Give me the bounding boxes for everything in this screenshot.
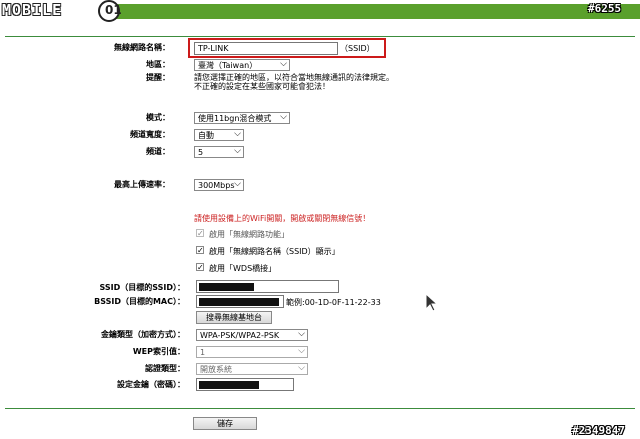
wifi-switch-notice: 請使用設備上的WiFi開關，開啟或關閉無線信號！ xyxy=(194,214,371,223)
bottom-divider xyxy=(5,408,635,409)
ssid-input[interactable]: TP-LINK xyxy=(194,42,338,55)
enable-radio-checkbox[interactable]: ✓ xyxy=(196,229,204,238)
survey-button[interactable]: 搜尋無線基地台 xyxy=(196,311,272,324)
chevron-down-icon: ⌵ xyxy=(280,59,287,69)
bandwidth-value: 自動 xyxy=(198,131,214,140)
chevron-down-icon: ⌵ xyxy=(234,146,241,156)
wds-checkbox[interactable]: ✓ xyxy=(196,263,204,272)
region-select[interactable]: 臺灣（Taiwan） ⌵ xyxy=(194,59,290,71)
password-input[interactable] xyxy=(196,378,294,391)
warning-label: 提醒： xyxy=(146,73,170,82)
chevron-down-icon: ⌵ xyxy=(298,363,305,373)
wds-ssid-label: SSID（目標的SSID）： xyxy=(99,283,185,292)
redacted-value xyxy=(199,298,279,306)
bandwidth-select[interactable]: 自動 ⌵ xyxy=(194,129,244,141)
logo-mark-icon: 01 xyxy=(98,0,122,22)
auth-value: 開放系統 xyxy=(200,365,232,374)
ssid-suffix: （SSID） xyxy=(340,44,375,53)
mouse-cursor-icon xyxy=(425,293,439,312)
top-divider xyxy=(5,36,635,37)
auth-select[interactable]: 開放系統 ⌵ xyxy=(196,363,308,375)
mode-select[interactable]: 使用11bgn混合模式 ⌵ xyxy=(194,112,290,124)
keytype-value: WPA-PSK/WPA2-PSK xyxy=(200,331,280,340)
ssid-broadcast-checkbox[interactable]: ✓ xyxy=(196,246,204,255)
ssid-label: 無線網路名稱： xyxy=(114,43,170,52)
bandwidth-label: 頻道寬度： xyxy=(130,130,170,139)
chevron-down-icon: ⌵ xyxy=(298,346,305,356)
enable-radio-label: 啟用「無線網路功能」 xyxy=(209,230,289,239)
region-label: 地區： xyxy=(146,60,170,69)
wds-bssid-input[interactable] xyxy=(196,295,284,308)
wep-index-value: 1 xyxy=(200,348,206,357)
auth-label: 認證類型： xyxy=(145,364,185,373)
maxrate-label: 最高上傳速率： xyxy=(114,180,170,189)
region-value: 臺灣（Taiwan） xyxy=(198,61,258,70)
warning-line-1: 請您選擇正確的地區，以符合當地無線通訊的法律規定。 xyxy=(194,73,394,82)
keytype-label: 金鑰類型（加密方式）： xyxy=(101,330,185,339)
redacted-value xyxy=(199,381,259,389)
site-logo: MOBILE xyxy=(2,1,63,19)
ssid-broadcast-label: 啟用「無線網路名稱（SSID）顯示」 xyxy=(209,247,340,256)
header-green-stripe xyxy=(110,4,640,19)
keytype-select[interactable]: WPA-PSK/WPA2-PSK ⌵ xyxy=(196,329,308,341)
wds-ssid-input[interactable] xyxy=(196,280,339,293)
chevron-down-icon: ⌵ xyxy=(234,179,241,189)
warning-line-2: 不正確的設定在某些國家可能會犯法！ xyxy=(194,82,330,91)
redacted-value xyxy=(199,283,254,291)
chevron-down-icon: ⌵ xyxy=(298,329,305,339)
mode-value: 使用11bgn混合模式 xyxy=(198,114,272,123)
maxrate-value: 300Mbps xyxy=(198,181,235,190)
wds-bssid-label: BSSID（目標的MAC）： xyxy=(94,297,185,306)
channel-value: 5 xyxy=(198,148,204,157)
wds-label: 啟用「WDS橋接」 xyxy=(209,264,277,273)
channel-select[interactable]: 5 ⌵ xyxy=(194,146,244,158)
save-button[interactable]: 儲存 xyxy=(193,417,257,430)
wep-index-select[interactable]: 1 ⌵ xyxy=(196,346,308,358)
password-label: 設定金鑰（密碼）： xyxy=(117,380,185,389)
bottom-watermark-id: #2349847 xyxy=(572,424,625,437)
bssid-example: 範例:00-1D-0F-11-22-33 xyxy=(286,298,381,307)
top-watermark-id: #6255 xyxy=(588,2,622,15)
wep-index-label: WEP索引值： xyxy=(132,347,185,356)
chevron-down-icon: ⌵ xyxy=(234,129,241,139)
mode-label: 模式： xyxy=(146,113,170,122)
chevron-down-icon: ⌵ xyxy=(280,112,287,122)
maxrate-select[interactable]: 300Mbps ⌵ xyxy=(194,179,244,191)
channel-label: 頻道： xyxy=(146,147,170,156)
